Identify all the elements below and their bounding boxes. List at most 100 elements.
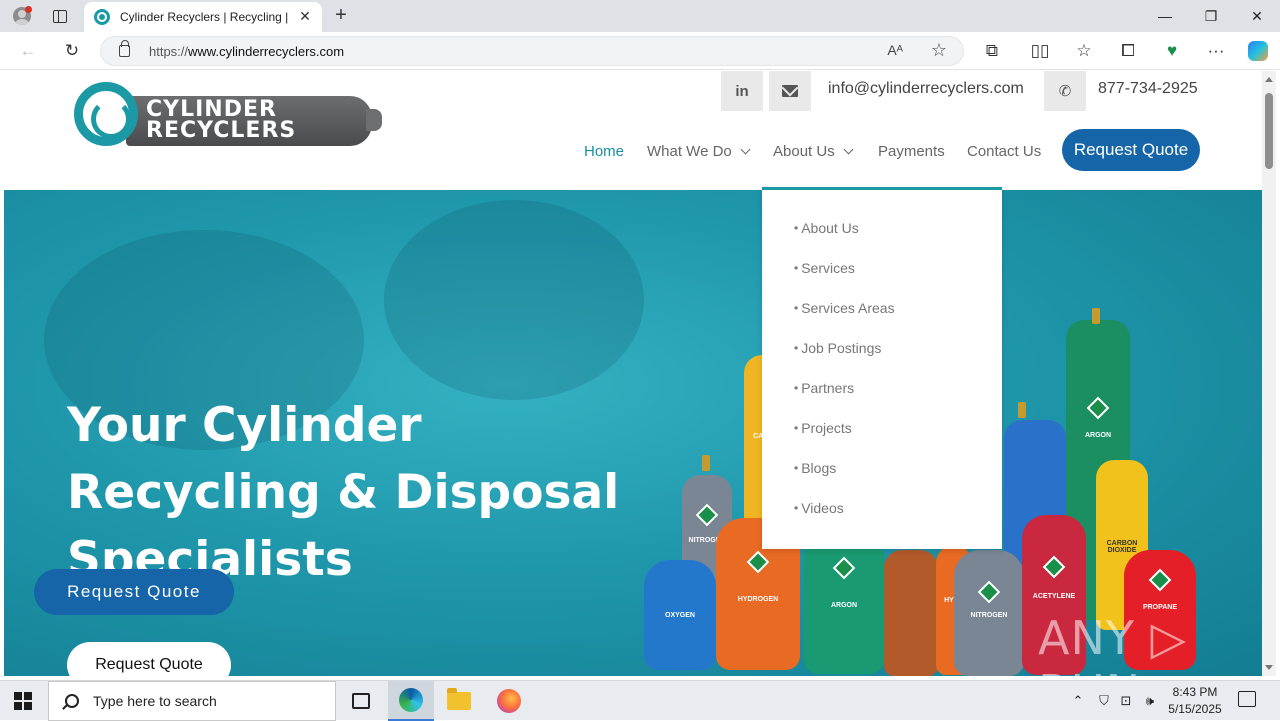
url-protocol: https:// — [149, 44, 189, 59]
tab-actions-button[interactable] — [48, 6, 72, 26]
favorites-icon: ☆ — [1076, 41, 1092, 60]
dropdown-item-job-postings[interactable]: Job Postings — [794, 340, 881, 356]
email-link[interactable] — [769, 71, 811, 111]
chevron-down-icon — [843, 144, 854, 154]
taskbar-edge-app[interactable] — [388, 681, 434, 721]
scroll-up-arrow-icon[interactable] — [1265, 77, 1273, 82]
windows-logo-icon — [24, 702, 32, 710]
header-request-quote-button[interactable]: Request Quote — [1062, 129, 1200, 171]
extensions-button[interactable]: ⧉ — [978, 38, 1006, 64]
hero-background-shape — [384, 200, 644, 400]
start-button[interactable] — [14, 692, 32, 710]
dropdown-item-services[interactable]: Services — [794, 260, 855, 276]
favorites-button[interactable]: ☆ — [1070, 38, 1098, 64]
chevron-up-icon: ⌃ — [1072, 693, 1084, 708]
new-tab-button[interactable]: + — [330, 4, 352, 26]
performance-button[interactable]: ♥ — [1158, 38, 1186, 64]
scrollbar-thumb[interactable] — [1265, 93, 1273, 169]
cylinder-illustration: ARGON — [804, 530, 884, 674]
copilot-icon — [1248, 41, 1268, 61]
hero-request-quote-secondary-button[interactable]: Request Quote — [67, 642, 231, 676]
profile-button[interactable] — [8, 4, 36, 28]
browser-tab-active[interactable]: Cylinder Recyclers | Recycling | D ✕ — [84, 2, 322, 32]
email-address[interactable]: info@cylinderrecyclers.com — [828, 80, 1024, 98]
phone-number[interactable]: 877-734-2925 — [1098, 80, 1198, 98]
cylinder-illustration — [884, 550, 938, 676]
hero-section: CARBO ARGON OXY CARBON DIOXIDE NITROGEN … — [4, 190, 1262, 676]
cylinder-label: ACETYLENE — [1032, 593, 1076, 600]
cylinder-illustration: NITROGEN — [954, 550, 1024, 676]
refresh-button[interactable]: ↻ — [58, 38, 86, 64]
linkedin-icon: in — [735, 82, 749, 100]
hazard-diamond-icon — [695, 503, 719, 527]
nav-home-label: Home — [584, 142, 625, 160]
nav-home[interactable]: Home — [584, 139, 624, 163]
notification-center-icon[interactable] — [1238, 691, 1256, 707]
logo-text: CYLINDER RECYCLERS — [146, 99, 296, 142]
split-screen-button[interactable]: ▯▯ — [1026, 38, 1054, 64]
back-icon: ← — [19, 41, 37, 60]
nav-about-us[interactable]: About Us — [773, 139, 854, 163]
linkedin-link[interactable]: in — [721, 71, 763, 111]
taskbar-firefox-app[interactable] — [486, 681, 532, 721]
nav-what-we-do[interactable]: What We Do — [647, 139, 751, 163]
taskbar-search-box[interactable]: Type here to search — [48, 681, 336, 721]
dropdown-item-videos[interactable]: Videos — [794, 500, 844, 516]
cylinder-label: ARGON — [830, 602, 858, 609]
taskbar-clock[interactable]: 8:43 PM 5/15/2025 — [1162, 684, 1228, 718]
folder-icon — [447, 688, 471, 710]
collections-button[interactable]: ⧠ — [1114, 38, 1142, 64]
dropdown-item-projects[interactable]: Projects — [794, 420, 852, 436]
back-button[interactable]: ← — [14, 38, 42, 64]
dropdown-item-services-areas[interactable]: Services Areas — [794, 300, 894, 316]
nav-payments-label: Payments — [878, 142, 945, 160]
edge-icon — [399, 688, 423, 712]
read-aloud-icon[interactable]: Aᴬ — [887, 42, 903, 58]
window-minimize-button[interactable]: — — [1142, 0, 1188, 32]
nav-payments[interactable]: Payments — [878, 139, 945, 163]
more-button[interactable]: ··· — [1202, 38, 1230, 64]
tab-actions-icon — [53, 9, 67, 23]
dropdown-item-blogs[interactable]: Blogs — [794, 460, 836, 476]
logo-recycle-icon — [74, 82, 138, 146]
favorite-star-icon[interactable]: ☆ — [931, 40, 947, 61]
scroll-down-arrow-icon[interactable] — [1265, 665, 1273, 670]
page-scrollbar[interactable] — [1262, 71, 1276, 676]
task-view-button[interactable] — [338, 681, 384, 721]
window-close-button[interactable]: ✕ — [1234, 0, 1280, 32]
nav-what-we-do-label: What We Do — [647, 142, 732, 160]
hazard-diamond-icon — [832, 556, 856, 580]
tray-overflow-button[interactable]: ⌃ — [1068, 681, 1088, 721]
hero-request-quote-button[interactable]: Request Quote — [34, 569, 234, 615]
search-icon — [65, 694, 79, 708]
dropdown-item-about-us[interactable]: About Us — [794, 220, 859, 236]
window-restore-button[interactable]: ❐ — [1188, 0, 1234, 32]
copilot-button[interactable] — [1244, 38, 1272, 64]
hazard-diamond-icon — [1086, 396, 1110, 420]
phone-link[interactable]: ✆ — [1044, 71, 1086, 111]
clock-date: 5/15/2025 — [1168, 702, 1222, 716]
browser-toolbar: ← ↻ https://www.cylinderrecyclers.com Aᴬ… — [0, 32, 1280, 70]
site-logo[interactable]: CYLINDER RECYCLERS — [74, 82, 384, 148]
cylinder-label: HYDROGEN — [737, 596, 779, 603]
tray-volume-icon[interactable]: 🕪 — [1140, 681, 1160, 721]
address-bar[interactable]: https://www.cylinderrecyclers.com Aᴬ ☆ — [100, 36, 964, 66]
dropdown-item-partners[interactable]: Partners — [794, 380, 854, 396]
phone-icon: ✆ — [1058, 83, 1072, 100]
collections-icon: ⧠ — [1121, 41, 1135, 60]
url-text: https://www.cylinderrecyclers.com — [149, 44, 344, 59]
nav-contact-us[interactable]: Contact Us — [967, 139, 1041, 163]
tray-security-icon[interactable]: ⛉ — [1094, 681, 1114, 721]
windows-taskbar: Type here to search ⌃ ⛉ ⊡ 🕪 8:43 PM 5/15… — [0, 680, 1280, 721]
taskbar-file-explorer-app[interactable] — [436, 681, 482, 721]
cylinder-valve-shape — [702, 455, 710, 471]
tab-close-button[interactable]: ✕ — [296, 8, 314, 25]
tray-network-icon[interactable]: ⊡ — [1116, 681, 1136, 721]
cylinder-valve-shape — [1092, 308, 1100, 324]
site-header: CYLINDER RECYCLERS in info@cylinderrecyc… — [4, 71, 1262, 190]
cylinder-label: OXYGEN — [665, 612, 695, 619]
tab-title: Cylinder Recyclers | Recycling | D — [120, 10, 292, 24]
cylinder-label: PROPANE — [1142, 604, 1178, 611]
windows-logo-icon — [24, 692, 32, 700]
browser-tab-bar: Cylinder Recyclers | Recycling | D ✕ + —… — [0, 0, 1280, 32]
